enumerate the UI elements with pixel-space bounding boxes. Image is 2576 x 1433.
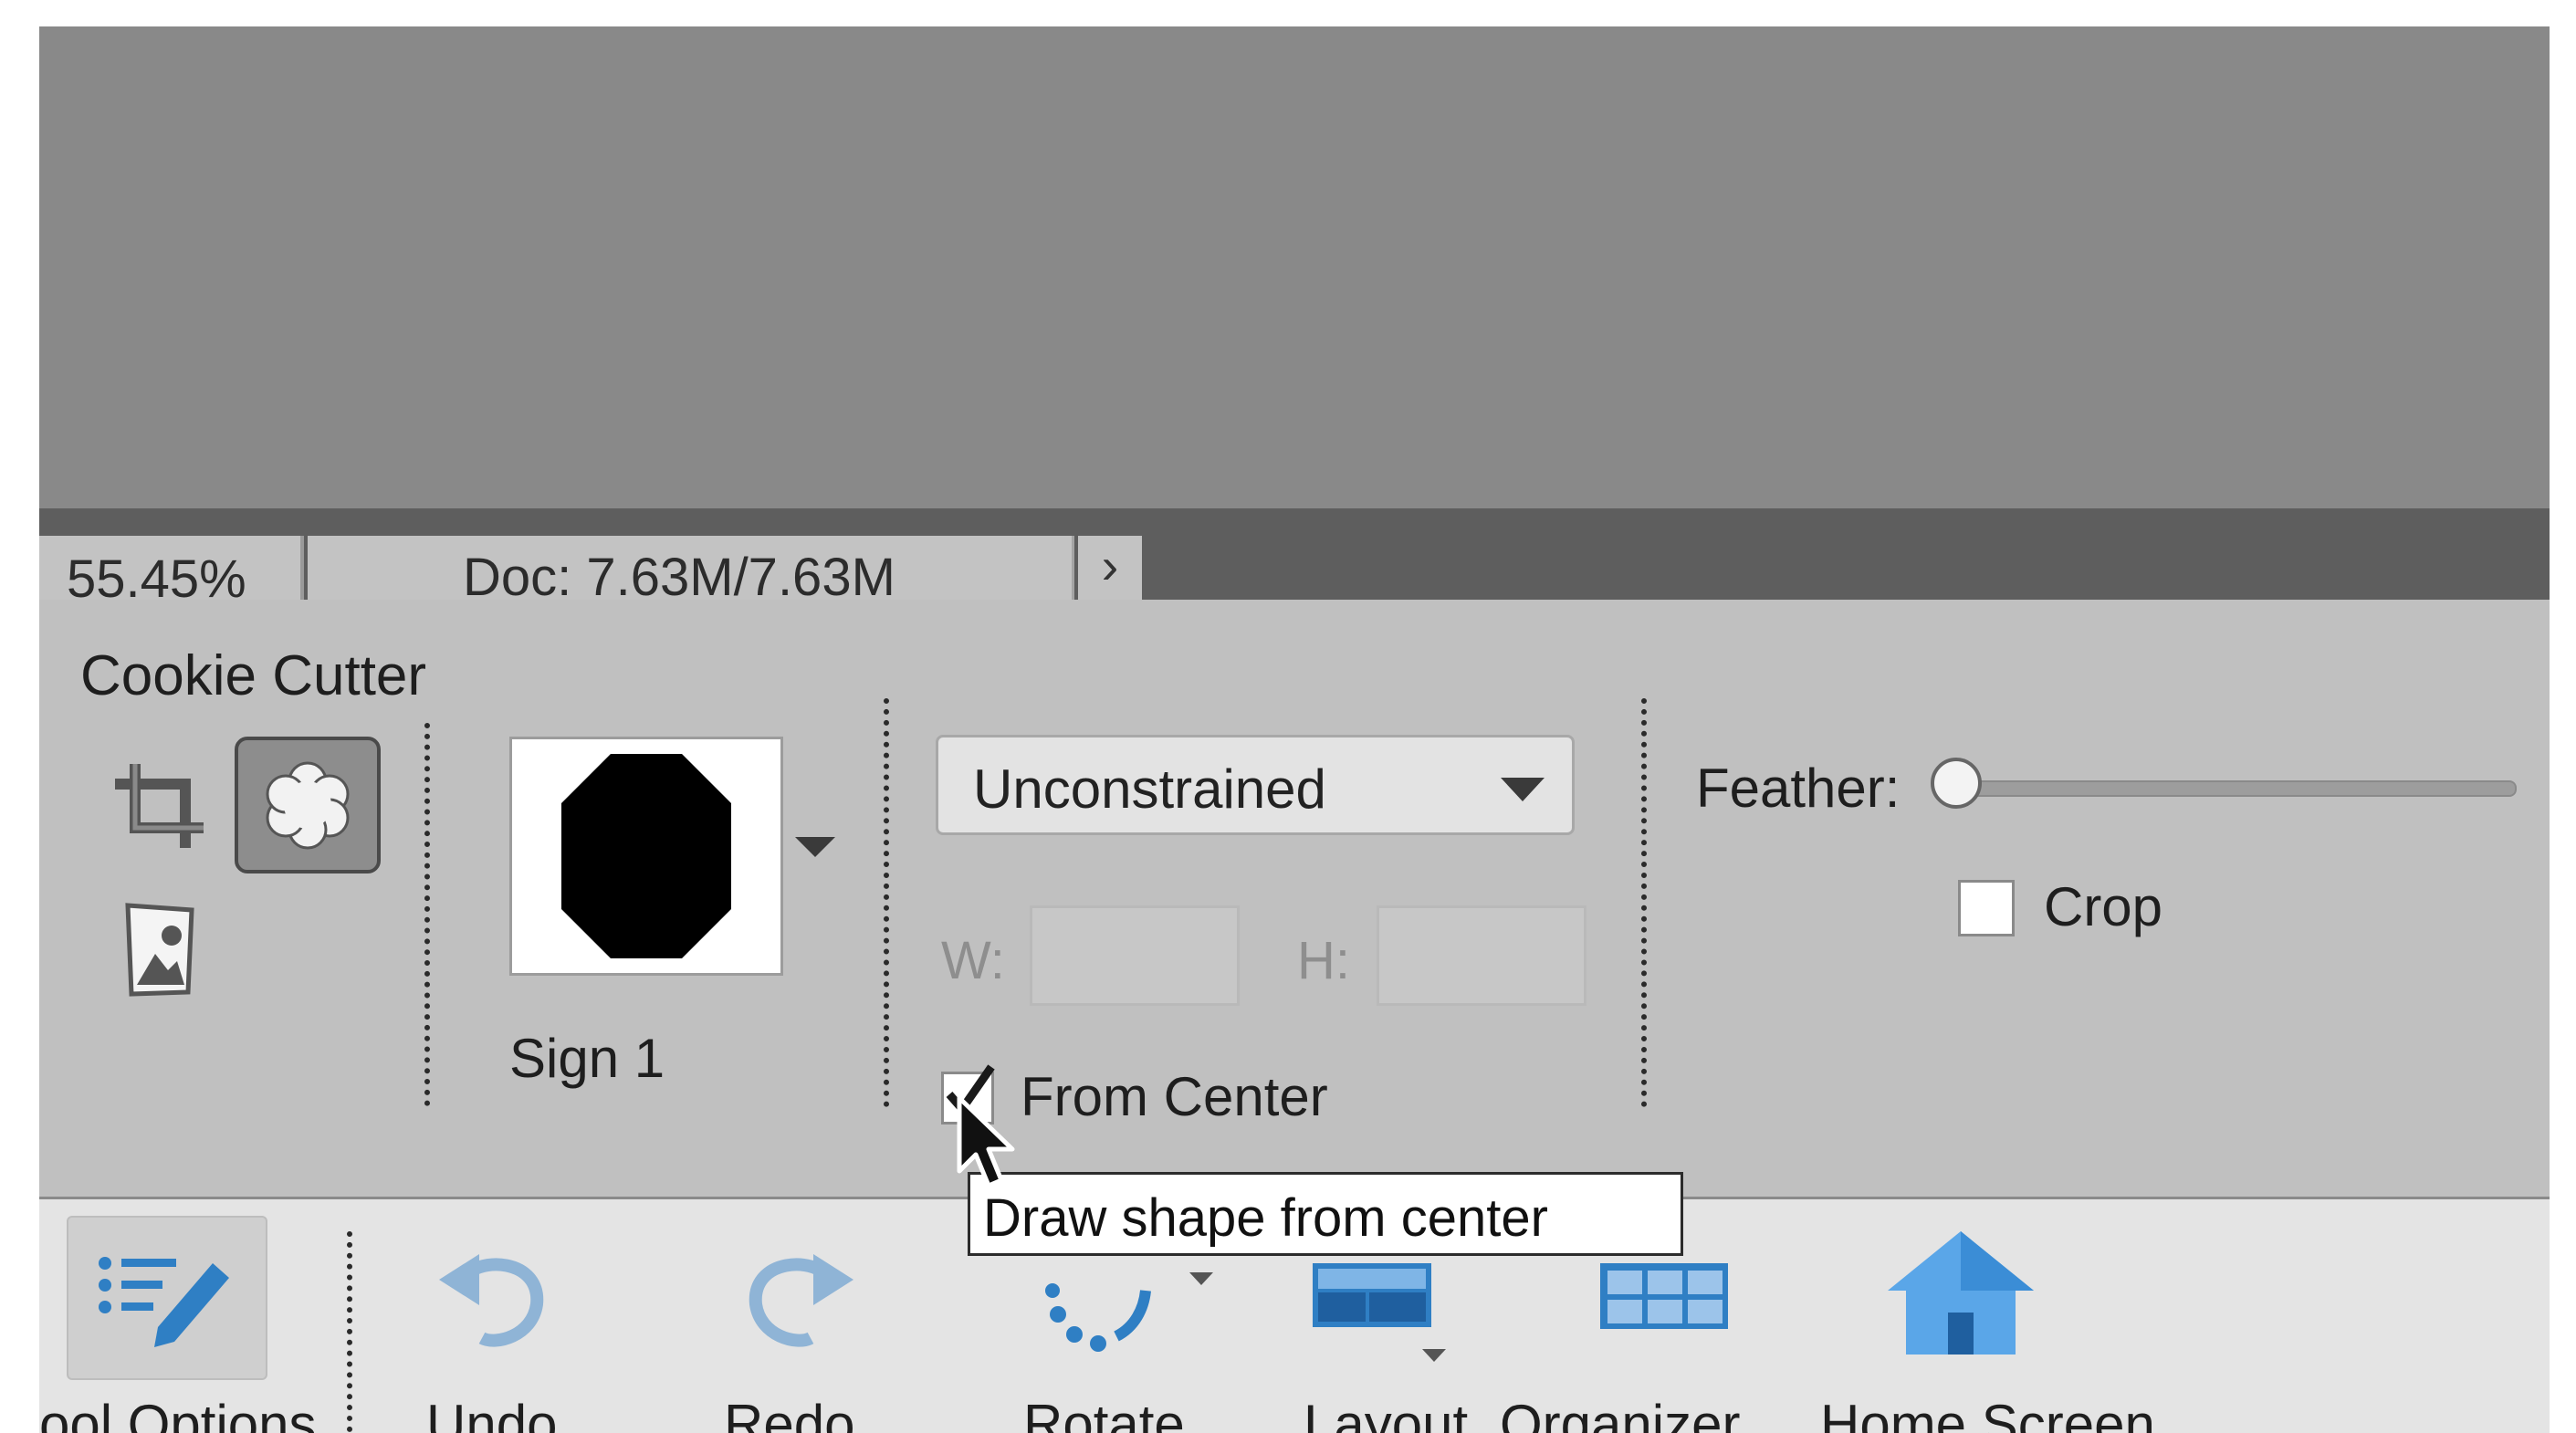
- organizer-label: Organizer: [1500, 1394, 1741, 1433]
- home-screen-button[interactable]: Home Screen: [1778, 1199, 2155, 1433]
- options-separator: [884, 698, 889, 1107]
- shape-name-label: Sign 1: [509, 1028, 665, 1089]
- width-label: W:: [941, 931, 1005, 990]
- layout-label: Layout: [1304, 1394, 1469, 1433]
- redo-label: Redo: [724, 1394, 855, 1433]
- aspect-ratio-select[interactable]: Unconstrained: [936, 735, 1575, 835]
- zoom-level-field[interactable]: 55.45%: [39, 536, 304, 609]
- doc-size-field: Doc: 7.63M/7.63M: [308, 536, 1074, 607]
- organizer-icon: [1600, 1263, 1728, 1329]
- perspective-crop-icon: [125, 903, 194, 997]
- cookie-cutter-tool-button[interactable]: [235, 737, 381, 873]
- rotate-icon: [1045, 1272, 1213, 1352]
- height-label: H:: [1297, 931, 1350, 990]
- tooltip: Draw shape from center: [968, 1172, 1683, 1256]
- aspect-ratio-value: Unconstrained: [973, 758, 1326, 820]
- cookie-cutter-icon: [266, 761, 350, 850]
- redo-button[interactable]: Redo: [706, 1199, 888, 1433]
- feather-label: Feather:: [1696, 758, 1901, 819]
- width-input[interactable]: [1030, 905, 1240, 1006]
- undo-label: Undo: [426, 1394, 558, 1433]
- options-separator: [424, 723, 430, 1106]
- rotate-label: Rotate: [1023, 1394, 1185, 1433]
- home-screen-label: Home Screen: [1820, 1394, 2155, 1433]
- shape-picker-dropdown-icon[interactable]: [795, 837, 835, 857]
- layout-icon: [1313, 1263, 1446, 1362]
- chevron-down-icon: [1501, 778, 1545, 801]
- undo-icon: [439, 1254, 544, 1347]
- tool-name-title: Cookie Cutter: [80, 644, 427, 707]
- crop-checkbox[interactable]: [1958, 880, 2015, 936]
- tool-options-label: ool Options: [39, 1394, 317, 1433]
- home-screen-icon: [1888, 1231, 2034, 1355]
- doc-size-value: Doc: 7.63M/7.63M: [463, 548, 895, 607]
- height-input[interactable]: [1377, 905, 1586, 1006]
- tooltip-text: Draw shape from center: [983, 1188, 1548, 1248]
- status-expand-arrow-icon[interactable]: ›: [1078, 536, 1142, 600]
- crop-tool-icon: [115, 764, 204, 848]
- shape-picker-swatch[interactable]: [509, 737, 783, 976]
- octagon-shape-icon: [561, 754, 731, 958]
- perspective-crop-button[interactable]: [89, 883, 236, 1020]
- redo-icon: [749, 1254, 853, 1347]
- status-bar: 55.45% Doc: 7.63M/7.63M ›: [39, 508, 2550, 609]
- crop-label: Crop: [2044, 876, 2163, 937]
- undo-button[interactable]: Undo: [404, 1199, 587, 1433]
- crop-tool-button[interactable]: [89, 737, 236, 873]
- options-separator: [1641, 698, 1647, 1107]
- image-canvas[interactable]: [39, 26, 2550, 508]
- tool-options-panel: Cookie Cutter Sign 1 Unconstrained W: H:…: [39, 600, 2550, 1199]
- mouse-pointer-icon: [957, 1095, 1015, 1188]
- feather-slider-thumb[interactable]: [1931, 758, 1982, 809]
- tool-options-button[interactable]: ool Options: [39, 1199, 350, 1433]
- tool-options-icon: [99, 1257, 229, 1347]
- taskbar-separator: [347, 1231, 352, 1432]
- from-center-label: From Center: [1021, 1066, 1328, 1127]
- editor-window: 55.45% Doc: 7.63M/7.63M › Cookie Cutter: [39, 26, 2550, 1433]
- feather-slider-track[interactable]: [1947, 780, 2517, 797]
